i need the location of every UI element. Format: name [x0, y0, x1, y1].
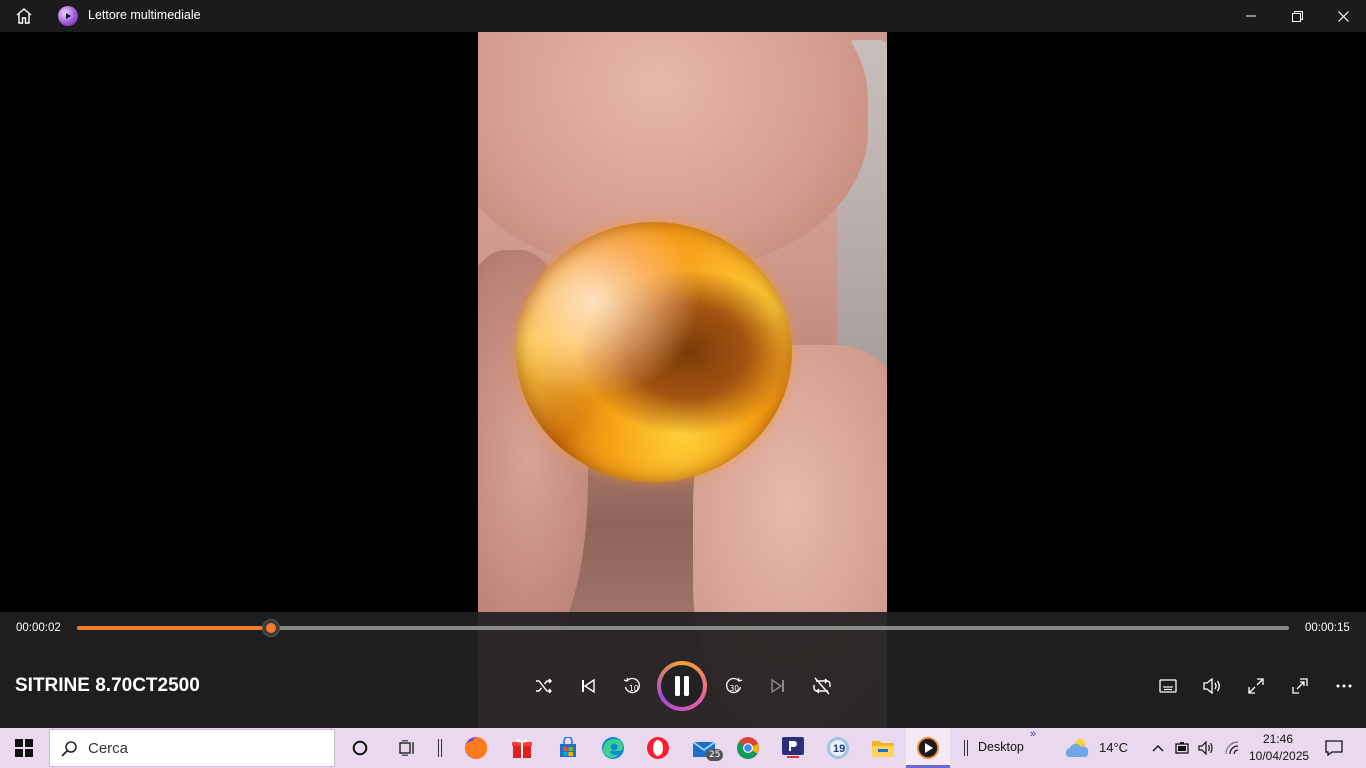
skip-forward-30-icon: 30 — [726, 677, 743, 694]
media-title: SITRINE 8.70CT2500 — [15, 675, 200, 696]
volume-button[interactable] — [1196, 670, 1228, 702]
home-icon — [16, 8, 32, 24]
battery-button[interactable] — [1172, 728, 1192, 768]
taskbar-search-box[interactable]: Cerca — [49, 729, 335, 767]
next-button[interactable] — [762, 670, 794, 702]
speaker-icon — [1198, 741, 1213, 755]
video-gemstone — [516, 222, 792, 482]
show-hidden-icons-button[interactable] — [1148, 728, 1168, 768]
subtitles-button[interactable] — [1152, 670, 1184, 702]
task-view-icon — [399, 740, 414, 756]
svg-text:30: 30 — [730, 684, 740, 693]
previous-icon — [582, 678, 595, 694]
clock-time[interactable]: 21:46 — [1263, 732, 1293, 746]
gift-app-button[interactable] — [500, 728, 544, 768]
clock-date[interactable]: 10/04/2025 — [1249, 749, 1309, 763]
home-button[interactable] — [10, 4, 38, 28]
mail-button[interactable]: 25 — [682, 728, 726, 768]
volume-tray-button[interactable] — [1196, 728, 1216, 768]
taskbar: Cerca 25 19 Desktop » 14°C 21:46 10/04/2… — [0, 728, 1366, 768]
volume-icon — [1203, 678, 1220, 694]
mini-player-button[interactable] — [1284, 670, 1316, 702]
taskbar-divider — [432, 728, 448, 768]
fullscreen-button[interactable] — [1240, 670, 1272, 702]
presentation-app-button[interactable] — [771, 728, 815, 768]
action-center-button[interactable] — [1316, 728, 1352, 768]
next-icon — [771, 678, 784, 694]
playback-controls: 00:00:02 00:00:15 SITRINE 8.70CT2500 10 … — [0, 612, 1366, 728]
repeat-off-icon — [813, 677, 831, 695]
search-placeholder: Cerca — [88, 739, 129, 757]
chrome-icon — [737, 737, 759, 759]
mail-unread-badge: 25 — [706, 749, 724, 761]
restore-button[interactable] — [1274, 0, 1320, 32]
network-button[interactable] — [1222, 728, 1242, 768]
seek-bar-progress — [77, 626, 271, 630]
opera-button[interactable] — [636, 728, 680, 768]
gift-icon — [512, 739, 532, 758]
file-explorer-button[interactable] — [861, 728, 905, 768]
opera-icon — [647, 737, 669, 759]
windows-logo-icon — [15, 739, 33, 757]
pause-button-face — [661, 665, 703, 707]
repeat-button[interactable] — [806, 670, 838, 702]
wifi-icon — [1225, 741, 1239, 755]
duration-time: 00:00:15 — [1305, 622, 1350, 634]
skip-back-10-button[interactable]: 10 — [616, 670, 648, 702]
store-icon — [560, 737, 576, 757]
skip-back-10-icon: 10 — [623, 677, 640, 694]
weather-button[interactable] — [1062, 728, 1094, 768]
media-player-app-icon — [58, 6, 78, 26]
folder-icon — [872, 741, 894, 757]
battery-icon — [1175, 742, 1189, 754]
svg-text:10: 10 — [629, 684, 639, 693]
microsoft-store-button[interactable] — [546, 728, 590, 768]
edge-button[interactable] — [591, 728, 635, 768]
partly-cloudy-icon — [1065, 739, 1089, 757]
media-player-window: Lettore multimediale 00:00:02 00:00:15 S… — [0, 0, 1366, 728]
restore-icon — [1291, 10, 1303, 22]
title-bar: Lettore multimediale — [0, 0, 1366, 32]
desktop-toolbar-chevron-icon[interactable]: » — [1030, 728, 1036, 740]
pause-button[interactable] — [657, 661, 707, 711]
media-player-taskbar-button[interactable] — [906, 728, 950, 768]
calendar-app-button[interactable]: 19 — [816, 728, 860, 768]
firefox-icon — [465, 736, 488, 759]
previous-button[interactable] — [572, 670, 604, 702]
start-button[interactable] — [0, 728, 48, 768]
window-title: Lettore multimediale — [88, 8, 201, 22]
pause-icon — [675, 676, 689, 696]
desktop-toolbar-label[interactable]: Desktop — [978, 740, 1024, 754]
current-time: 00:00:02 — [16, 622, 61, 634]
chevron-up-icon — [1152, 745, 1164, 752]
fullscreen-icon — [1248, 678, 1264, 694]
shuffle-icon — [536, 678, 552, 694]
close-button[interactable] — [1320, 0, 1366, 32]
media-player-icon — [917, 737, 939, 759]
task-view-button[interactable] — [388, 728, 428, 768]
shuffle-button[interactable] — [528, 670, 560, 702]
notification-icon — [1325, 740, 1343, 756]
edge-icon — [602, 737, 624, 759]
cortana-icon — [352, 740, 368, 756]
more-options-icon — [1336, 684, 1352, 688]
seek-bar[interactable] — [77, 620, 1289, 636]
seek-bar-thumb[interactable] — [262, 620, 279, 636]
firefox-button[interactable] — [454, 728, 498, 768]
mini-player-icon — [1292, 678, 1308, 694]
minimize-icon — [1246, 15, 1256, 17]
weather-temperature[interactable]: 14°C — [1099, 740, 1128, 755]
search-icon — [61, 741, 77, 757]
cortana-button[interactable] — [340, 728, 380, 768]
toolbar-divider — [960, 728, 972, 768]
subtitles-icon — [1159, 679, 1177, 693]
more-options-button[interactable] — [1328, 670, 1360, 702]
chrome-button[interactable] — [726, 728, 770, 768]
close-icon — [1337, 10, 1349, 22]
minimize-button[interactable] — [1228, 0, 1274, 32]
presentation-app-icon — [782, 737, 804, 758]
skip-forward-30-button[interactable]: 30 — [718, 670, 750, 702]
calendar-day: 19 — [833, 743, 846, 755]
